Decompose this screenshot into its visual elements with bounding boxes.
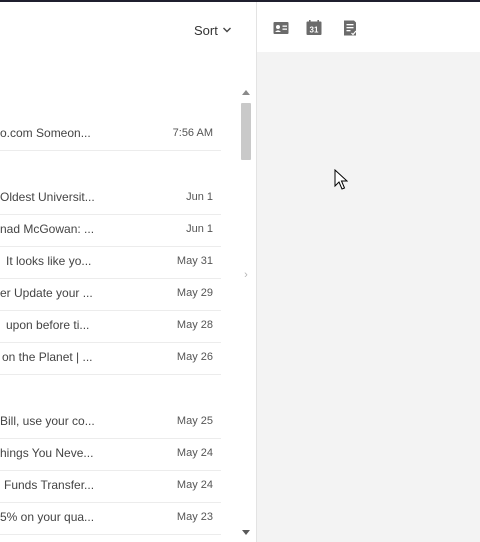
message-row[interactable]: on the Planet | ... May 26 <box>0 342 221 375</box>
message-date: May 24 <box>176 479 213 491</box>
message-preview: upon before ti... <box>6 318 90 332</box>
sort-button[interactable]: Sort <box>194 22 232 38</box>
reading-pane-toolbar: 31 <box>257 2 480 52</box>
task-list-icon[interactable] <box>341 19 361 39</box>
scroll-thumb[interactable] <box>241 103 251 160</box>
message-preview: o.com Someon... <box>0 126 91 140</box>
message-date: May 31 <box>176 255 213 267</box>
message-row[interactable]: Oldest Universit... Jun 1 <box>0 182 221 215</box>
message-preview: It looks like yo... <box>6 254 92 268</box>
chevron-down-icon <box>222 23 232 38</box>
message-date: May 26 <box>176 351 213 363</box>
message-preview: nad McGowan: ... <box>0 222 95 236</box>
calendar-day-label: 31 <box>310 25 319 34</box>
message-date: May 23 <box>176 511 213 523</box>
contact-card-icon[interactable] <box>272 19 292 39</box>
message-preview: 5% on your qua... <box>0 510 95 524</box>
message-date: May 25 <box>176 415 213 427</box>
message-row[interactable]: o.com Someon... 7:56 AM <box>0 118 221 151</box>
calendar-icon[interactable]: 31 <box>305 19 325 39</box>
message-date: May 28 <box>176 319 213 331</box>
chevron-right-icon: › <box>244 269 248 281</box>
scroll-down-arrow-icon[interactable] <box>242 530 250 535</box>
message-list-pane: Sort o.com Someon... 7:56 AM Oldest Univ… <box>0 2 256 542</box>
message-preview: hings You Neve... <box>0 446 94 460</box>
message-date: May 29 <box>176 287 213 299</box>
sort-label: Sort <box>194 22 218 38</box>
mouse-pointer-icon <box>334 168 349 191</box>
message-date: 7:56 AM <box>172 127 213 139</box>
reading-pane: 31 <box>257 2 480 542</box>
message-row[interactable]: hings You Neve... May 24 <box>0 438 221 471</box>
message-row[interactable]: Funds Transfer... May 24 <box>0 470 221 503</box>
message-preview: Funds Transfer... <box>4 478 95 492</box>
message-date: May 24 <box>176 447 213 459</box>
message-date: Jun 1 <box>186 191 213 203</box>
message-row[interactable]: It looks like yo... May 31 <box>0 246 221 279</box>
message-preview: er Update your ... <box>0 286 93 300</box>
message-list-scrollbar[interactable] <box>238 90 254 542</box>
message-preview: on the Planet | ... <box>2 350 93 364</box>
pane-collapse-handle[interactable]: › <box>238 260 254 290</box>
message-date: Jun 1 <box>186 223 213 235</box>
message-row[interactable]: nad McGowan: ... Jun 1 <box>0 214 221 247</box>
message-preview: Oldest Universit... <box>0 190 95 204</box>
message-row[interactable]: 5% on your qua... May 23 <box>0 502 221 535</box>
message-preview: Bill, use your co... <box>0 414 95 428</box>
scroll-up-arrow-icon[interactable] <box>242 90 250 95</box>
message-row[interactable]: upon before ti... May 28 <box>0 310 221 343</box>
message-list-header: Sort <box>0 2 256 52</box>
message-row[interactable]: er Update your ... May 29 <box>0 278 221 311</box>
message-row[interactable]: Bill, use your co... May 25 <box>0 406 221 439</box>
